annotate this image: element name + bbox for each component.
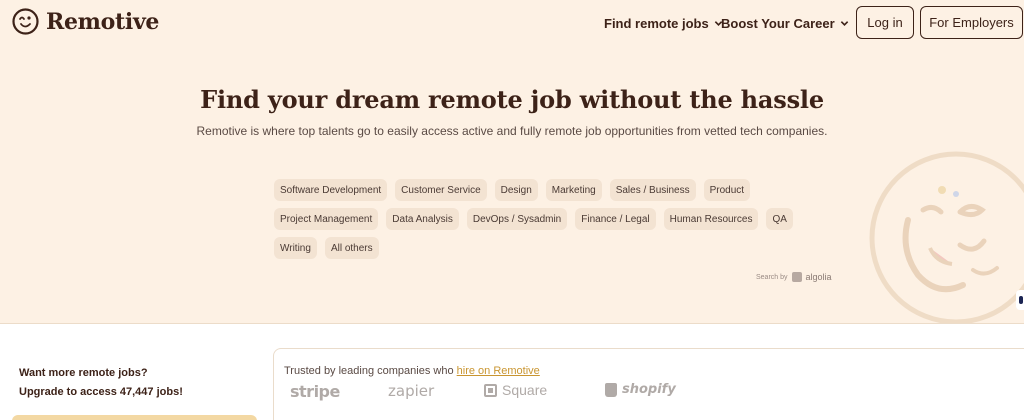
- upgrade-prompt: Want more remote jobs? Upgrade to access…: [19, 364, 183, 402]
- hire-on-remotive-link[interactable]: hire on Remotive: [457, 365, 540, 377]
- category-tag[interactable]: Design: [494, 179, 538, 201]
- nav-find-remote-jobs-label: Find remote jobs: [604, 16, 709, 31]
- mascot-face-illustration: [869, 151, 1024, 325]
- zapier-logo: zapier: [388, 382, 434, 400]
- brand-logo[interactable]: Remotive: [12, 8, 159, 35]
- category-tag[interactable]: Human Resources: [663, 208, 759, 230]
- algolia-brand: algolia: [805, 272, 832, 282]
- shopify-logo: shopify: [605, 382, 676, 397]
- category-tag[interactable]: Product: [703, 179, 751, 201]
- square-logo: Square: [484, 382, 547, 398]
- category-tag[interactable]: DevOps / Sysadmin: [466, 208, 568, 230]
- hero-subtitle: Remotive is where top talents go to easi…: [196, 124, 828, 138]
- category-tag[interactable]: Project Management: [274, 208, 379, 230]
- upgrade-button[interactable]: [12, 415, 257, 420]
- category-tag[interactable]: QA: [766, 208, 793, 230]
- lower-section: Want more remote jobs? Upgrade to access…: [0, 323, 1024, 420]
- side-widget-tab[interactable]: [1016, 290, 1024, 310]
- search-by-algolia[interactable]: Search by algolia: [756, 272, 832, 282]
- category-tag[interactable]: All others: [324, 237, 379, 259]
- nav-boost-your-career-label: Boost Your Career: [721, 16, 835, 31]
- shopify-logo-text: shopify: [622, 382, 676, 397]
- category-tag[interactable]: Finance / Legal: [575, 208, 656, 230]
- category-tag[interactable]: Data Analysis: [386, 208, 459, 230]
- remotive-logo-icon: [12, 8, 39, 35]
- category-tag[interactable]: Sales / Business: [609, 179, 696, 201]
- zapier-logo-text: zapier: [388, 382, 435, 400]
- square-logo-text: Square: [502, 382, 548, 398]
- for-employers-button[interactable]: For Employers: [920, 6, 1023, 39]
- shopify-bag-icon: [605, 382, 617, 397]
- top-navbar: Remotive Find remote jobs Boost Your Car…: [0, 0, 1024, 46]
- chevron-down-icon: [840, 21, 848, 26]
- trusted-by-card: Trusted by leading companies who hire on…: [273, 348, 1024, 420]
- brand-name: Remotive: [46, 8, 160, 35]
- upgrade-line-1: Want more remote jobs?: [19, 367, 148, 379]
- square-icon: [484, 383, 497, 397]
- upgrade-line-2: Upgrade to access 47,447 jobs!: [19, 386, 183, 398]
- hero-title: Find your dream remote job without the h…: [200, 85, 824, 114]
- algolia-icon: [791, 272, 802, 282]
- algolia-prefix: Search by: [756, 273, 788, 281]
- login-button[interactable]: Log in: [856, 6, 914, 39]
- nav-boost-your-career[interactable]: Boost Your Career: [721, 16, 849, 31]
- trusted-by-prefix: Trusted by leading companies who: [284, 365, 457, 377]
- trusted-by-text: Trusted by leading companies who hire on…: [284, 365, 540, 377]
- category-tag[interactable]: Marketing: [545, 179, 602, 201]
- category-tag[interactable]: Writing: [274, 237, 317, 259]
- category-tag[interactable]: Customer Service: [395, 179, 487, 201]
- company-logos: stripe zapier Square shopify: [290, 382, 690, 402]
- nav-find-remote-jobs[interactable]: Find remote jobs: [604, 16, 723, 31]
- stripe-logo-text: stripe: [290, 382, 340, 401]
- category-tags: Software Development Customer Service De…: [274, 179, 834, 259]
- stripe-logo: stripe: [290, 382, 340, 401]
- category-tag[interactable]: Software Development: [274, 179, 388, 201]
